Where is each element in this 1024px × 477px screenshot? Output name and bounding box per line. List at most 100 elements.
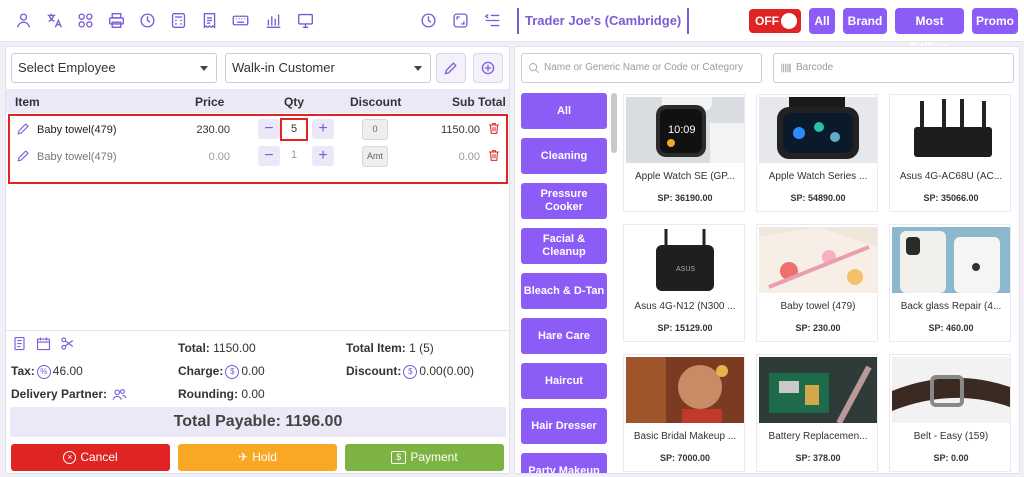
- printer-icon[interactable]: [107, 11, 125, 29]
- category-party-makeup[interactable]: Party Makeup: [521, 453, 607, 473]
- keyboard-icon[interactable]: [231, 11, 249, 29]
- filter-brand-button[interactable]: Brand: [843, 8, 887, 34]
- product-image: [626, 357, 744, 423]
- col-item: Item: [15, 95, 40, 109]
- total-item-row: Total Item: 1 (5): [346, 341, 434, 355]
- category-bleach-dtan[interactable]: Bleach & D-Tan: [521, 273, 607, 309]
- filter-promo-button[interactable]: Promo: [972, 8, 1018, 34]
- order-table-header: Item Price Qty Discount Sub Total: [6, 89, 509, 113]
- search-input[interactable]: Name or Generic Name or Code or Category: [521, 53, 762, 83]
- product-panel: Name or Generic Name or Code or Category…: [514, 46, 1020, 474]
- qty-increase-button[interactable]: +: [312, 119, 334, 139]
- product-card[interactable]: Belt - Easy (159) SP: 0.00: [889, 354, 1011, 472]
- product-card[interactable]: Asus 4G-AC68U (AC... SP: 35066.00: [889, 94, 1011, 212]
- calendar-icon[interactable]: [36, 336, 52, 352]
- discount-label: Discount:: [346, 364, 402, 378]
- product-image: [759, 357, 877, 423]
- employee-select[interactable]: Select Employee: [11, 53, 217, 83]
- hold-button[interactable]: ✈ Hold: [178, 444, 337, 471]
- search-placeholder: Name or Generic Name or Code or Category: [544, 62, 743, 73]
- product-card[interactable]: Battery Replacemen... SP: 378.00: [756, 354, 878, 472]
- plus-circle-icon: [481, 61, 495, 75]
- charge-label: Charge:: [178, 364, 224, 378]
- item-subtotal: 0.00: [458, 151, 480, 163]
- col-qty: Qty: [284, 95, 305, 109]
- calculator-icon[interactable]: [169, 11, 187, 29]
- dollar-icon[interactable]: $: [403, 364, 418, 379]
- product-image: [892, 97, 1010, 163]
- chevron-down-icon: [414, 66, 422, 71]
- menu-collapse-icon[interactable]: [483, 11, 501, 29]
- apps-icon[interactable]: [76, 11, 94, 29]
- qty-input[interactable]: 5: [280, 118, 308, 141]
- qty-decrease-button[interactable]: −: [258, 146, 280, 166]
- product-card[interactable]: Basic Bridal Makeup ... SP: 7000.00: [623, 354, 745, 472]
- trash-icon[interactable]: [487, 121, 501, 137]
- history-icon[interactable]: [138, 11, 156, 29]
- category-scrollbar[interactable]: [611, 93, 617, 153]
- tax-label: Tax:: [11, 364, 35, 378]
- discount-input[interactable]: Amt: [362, 146, 388, 167]
- product-card[interactable]: Baby towel (479) SP: 230.00: [756, 224, 878, 342]
- summary-divider: [6, 330, 509, 331]
- scissors-icon[interactable]: [60, 336, 76, 352]
- product-card[interactable]: Back glass Repair (4... SP: 460.00: [889, 224, 1011, 342]
- hold-label: Hold: [252, 450, 277, 464]
- rounding-value: 0.00: [241, 387, 265, 401]
- users-icon[interactable]: [112, 387, 127, 402]
- bar-chart-icon[interactable]: [264, 11, 282, 29]
- user-icon[interactable]: [14, 11, 32, 29]
- product-name: Belt - Easy (159): [913, 431, 989, 442]
- qty-increase-button[interactable]: +: [312, 146, 334, 166]
- cancel-button[interactable]: × Cancel: [11, 444, 170, 471]
- payment-button[interactable]: $ Payment: [345, 444, 504, 471]
- monitor-icon[interactable]: [296, 11, 314, 29]
- discount-input[interactable]: 0: [362, 119, 388, 140]
- product-card[interactable]: Apple Watch Series ... SP: 54890.00: [756, 94, 878, 212]
- product-name: Asus 4G-N12 (N300 ...: [634, 301, 736, 312]
- product-image: [892, 227, 1010, 293]
- filter-all-button[interactable]: All: [809, 8, 835, 34]
- clock-icon[interactable]: [419, 11, 437, 29]
- product-card[interactable]: ASUS Asus 4G-N12 (N300 ... SP: 15129.00: [623, 224, 745, 342]
- edit-customer-button[interactable]: [436, 53, 466, 83]
- dollar-icon[interactable]: $: [225, 364, 240, 379]
- add-customer-button[interactable]: [473, 53, 503, 83]
- product-name: Baby towel (479): [780, 301, 856, 312]
- product-price: SP: 15129.00: [657, 323, 713, 333]
- category-hair-dresser[interactable]: Hair Dresser: [521, 408, 607, 444]
- top-toolbar: Trader Joe's (Cambridge) OFF All Brand M…: [0, 0, 1024, 54]
- product-image: 10:09: [626, 97, 744, 163]
- discount-row: Discount: $0.00(0.00): [346, 364, 474, 379]
- tax-value: 46.00: [52, 364, 83, 378]
- filter-most-selling-button[interactable]: Most Selling: [895, 8, 964, 54]
- cash-icon: $: [391, 451, 407, 465]
- svg-text:10:09: 10:09: [668, 124, 696, 136]
- fullscreen-icon[interactable]: [451, 11, 469, 29]
- customer-select[interactable]: Walk-in Customer: [225, 53, 431, 83]
- online-toggle[interactable]: OFF: [749, 9, 801, 33]
- product-name: Basic Bridal Makeup ...: [633, 431, 737, 442]
- charge-value: 0.00: [241, 364, 265, 378]
- barcode-input[interactable]: Barcode: [773, 53, 1014, 83]
- tax-icon[interactable]: %: [36, 364, 51, 379]
- qty-input[interactable]: 1: [280, 145, 308, 168]
- category-all[interactable]: All: [521, 93, 607, 129]
- category-haircut[interactable]: Haircut: [521, 363, 607, 399]
- notes-icon[interactable]: [12, 336, 28, 352]
- category-cleaning[interactable]: Cleaning: [521, 138, 607, 174]
- product-card[interactable]: 10:09 Apple Watch SE (GP... SP: 36190.00: [623, 94, 745, 212]
- total-item-label: Total Item:: [346, 341, 406, 355]
- category-facial-cleanup[interactable]: Facial & Cleanup: [521, 228, 607, 264]
- pencil-icon[interactable]: [16, 121, 32, 137]
- translate-icon[interactable]: [45, 11, 63, 29]
- product-price: SP: 54890.00: [790, 193, 846, 203]
- rocket-icon: ✈: [238, 450, 249, 464]
- invoice-icon[interactable]: [200, 11, 218, 29]
- pencil-icon[interactable]: [16, 148, 32, 164]
- trash-icon[interactable]: [487, 148, 501, 164]
- category-hare-care[interactable]: Hare Care: [521, 318, 607, 354]
- category-pressure-cooker[interactable]: Pressure Cooker: [521, 183, 607, 219]
- qty-decrease-button[interactable]: −: [258, 119, 280, 139]
- delivery-label: Delivery Partner:: [11, 387, 108, 401]
